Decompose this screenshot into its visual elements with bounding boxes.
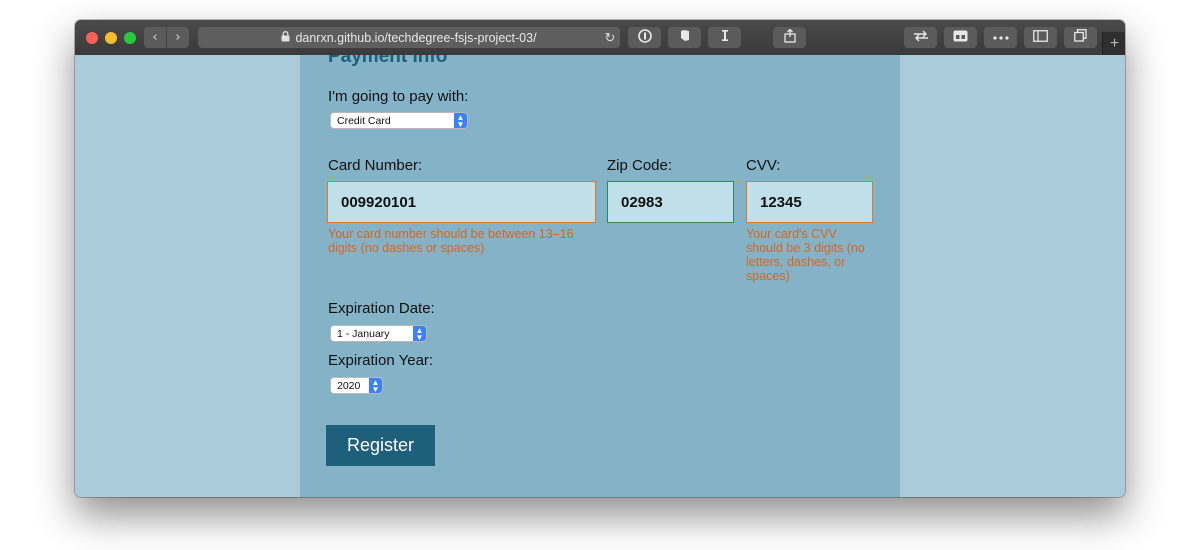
select-arrows-icon: ▲ ▼	[454, 113, 467, 128]
payment-method-value: Credit Card	[337, 114, 391, 127]
extension-button[interactable]	[944, 27, 977, 48]
expiration-month-value: 1 - January	[337, 327, 390, 340]
tab-overview-button[interactable]	[1064, 27, 1097, 48]
instapaper-button[interactable]	[708, 27, 741, 48]
cvv-input[interactable]: 12345	[746, 181, 873, 223]
evernote-button[interactable]	[668, 27, 701, 48]
tabs-icon	[1074, 29, 1087, 46]
share-icon	[783, 28, 796, 47]
chevron-left-icon: ‹	[152, 30, 158, 45]
browser-toolbar: ‹ › danrxn.github.io/techdegree-fsjs-pro…	[75, 20, 1125, 56]
close-window-button[interactable]	[86, 32, 98, 44]
zoom-window-button[interactable]	[124, 32, 136, 44]
bidirectional-arrows-button[interactable]	[904, 27, 937, 48]
zip-code-value: 02983	[621, 193, 663, 211]
back-button[interactable]: ‹	[144, 27, 166, 48]
address-bar[interactable]: danrxn.github.io/techdegree-fsjs-project…	[198, 27, 620, 48]
cvv-error: Your card's CVV should be 3 digits (no l…	[746, 227, 865, 283]
url-text: danrxn.github.io/techdegree-fsjs-project…	[295, 30, 537, 45]
evernote-icon	[679, 29, 691, 46]
lock-icon	[281, 30, 290, 45]
page-content: Payment Info I'm going to pay with: Cred…	[75, 55, 1125, 497]
select-arrows-icon: ▲ ▼	[413, 326, 426, 341]
card-number-value: 009920101	[341, 193, 417, 211]
plus-icon: +	[1109, 34, 1120, 52]
share-button[interactable]	[773, 27, 806, 48]
swap-arrows-icon	[913, 30, 929, 46]
section-title: Payment Info	[328, 55, 448, 67]
ellipsis-icon	[992, 30, 1010, 45]
password-manager-button[interactable]	[628, 27, 661, 48]
reload-button[interactable]: ↻	[601, 27, 619, 48]
expiration-month-select[interactable]: 1 - January ▲ ▼	[330, 325, 427, 342]
zip-code-label: Zip Code:	[607, 157, 673, 174]
card-number-error: Your card number should be between 13–16…	[328, 227, 574, 255]
chevron-right-icon: ›	[175, 30, 181, 45]
sidebar-button[interactable]	[1024, 27, 1057, 48]
expiration-year-select[interactable]: 2020 ▲ ▼	[330, 377, 383, 394]
new-tab-button[interactable]: +	[1102, 32, 1125, 55]
instapaper-icon	[721, 29, 729, 46]
browser-window: ‹ › danrxn.github.io/techdegree-fsjs-pro…	[75, 20, 1125, 497]
payment-section: Payment Info I'm going to pay with: Cred…	[300, 55, 900, 497]
sidebar-icon	[1033, 29, 1048, 46]
register-button[interactable]: Register	[326, 425, 435, 466]
select-arrows-icon: ▲ ▼	[369, 378, 382, 393]
expiration-year-value: 2020	[337, 379, 361, 392]
expiration-year-label: Expiration Year:	[328, 352, 434, 369]
payment-method-select[interactable]: Credit Card ▲ ▼	[330, 112, 468, 129]
cvv-label: CVV:	[746, 157, 781, 174]
card-number-label: Card Number:	[328, 157, 423, 174]
more-extensions-button[interactable]	[984, 27, 1017, 48]
pay-with-label: I'm going to pay with:	[328, 88, 469, 105]
minimize-window-button[interactable]	[105, 32, 117, 44]
extension-icon	[953, 30, 968, 46]
expiration-date-label: Expiration Date:	[328, 300, 435, 317]
cvv-value: 12345	[760, 193, 802, 211]
onepassword-icon	[637, 28, 652, 47]
forward-button[interactable]: ›	[167, 27, 189, 48]
zip-code-input[interactable]: 02983	[607, 181, 734, 223]
reload-icon: ↻	[604, 29, 616, 45]
card-number-input[interactable]: 009920101	[327, 181, 596, 223]
